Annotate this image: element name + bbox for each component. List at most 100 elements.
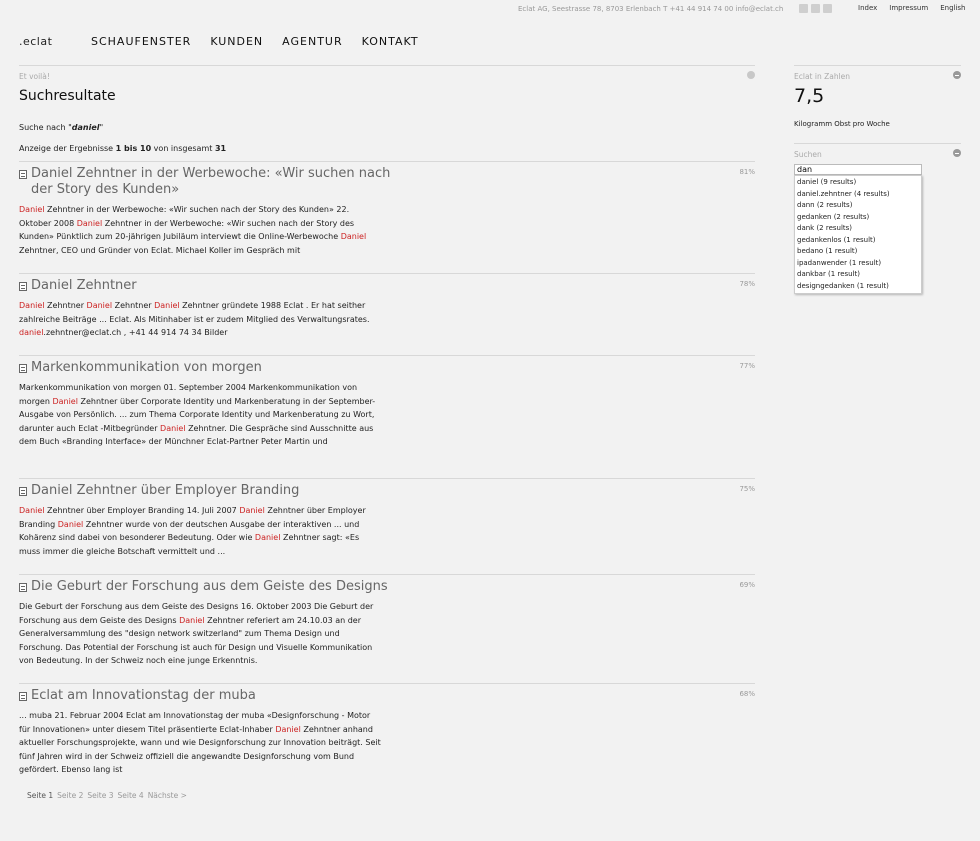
result-title-link[interactable]: Daniel Zehntner: [19, 278, 391, 294]
autocomplete-item[interactable]: gedanken (2 results): [795, 212, 921, 224]
highlight-term: Daniel: [52, 396, 78, 406]
highlight-term: Daniel: [154, 301, 180, 310]
main-nav: SCHAUFENSTER KUNDEN AGENTUR KONTAKT: [91, 35, 419, 48]
link-english[interactable]: English: [940, 4, 965, 12]
autocomplete-item[interactable]: dann (2 results): [795, 200, 921, 212]
document-icon: [19, 364, 27, 373]
top-links: Index Impressum English: [858, 4, 965, 12]
highlight-term: Daniel: [340, 232, 367, 242]
summary-total: 31: [214, 144, 227, 153]
link-impressum[interactable]: Impressum: [889, 4, 928, 12]
relevance-score: 68%: [739, 690, 755, 698]
result-title-link[interactable]: Die Geburt der Forschung aus dem Geiste …: [19, 579, 391, 595]
highlight-term: Daniel: [19, 506, 45, 515]
result-divider: [19, 355, 755, 356]
zahlen-caption: Kilogramm Obst pro Woche: [794, 120, 890, 128]
autocomplete-item[interactable]: dank (2 results): [795, 223, 921, 235]
result-title-link[interactable]: Daniel Zehntner über Employer Branding: [19, 483, 391, 499]
collapse-minus-icon[interactable]: [953, 149, 961, 157]
search-result: Daniel Zehntner über Employer Branding 75…: [19, 483, 755, 558]
snippet-text: Zehntner, CEO und Gründer von Eclat. Mic…: [19, 245, 301, 255]
search-query-line: Suche nach "daniel": [19, 123, 103, 132]
highlight-term: Daniel: [76, 218, 103, 228]
search-result: Eclat am Innovationstag der muba 68% ... m…: [19, 688, 755, 777]
result-title: Daniel Zehntner in der Werbewoche: «Wir …: [31, 166, 391, 197]
result-title: Eclat am Innovationstag der muba: [31, 688, 256, 703]
document-icon: [19, 487, 27, 496]
result-title-link[interactable]: Markenkommunikation von morgen: [19, 360, 391, 376]
highlight-term: Daniel: [275, 724, 301, 734]
autocomplete-item[interactable]: daniel (9 results): [795, 177, 921, 189]
summary-prefix: Anzeige der Ergebnisse: [19, 144, 116, 153]
snippet-text: Zehntner: [112, 301, 155, 310]
result-snippet: Die Geburt der Forschung aus dem Geiste …: [19, 600, 381, 668]
link-index[interactable]: Index: [858, 4, 877, 12]
result-snippet: Markenkommunikation von morgen 01. Septe…: [19, 381, 381, 449]
autocomplete-item[interactable]: daniel.zehntner (4 results): [795, 189, 921, 201]
sidebar-divider: [794, 65, 961, 66]
sidebar-divider: [794, 143, 961, 144]
summary-range: 1 bis 10: [115, 144, 152, 153]
highlight-term: Daniel: [19, 301, 45, 310]
relevance-score: 69%: [739, 581, 755, 589]
result-title-link[interactable]: Eclat am Innovationstag der muba: [19, 688, 391, 704]
search-prefix: Suche nach ": [19, 123, 72, 132]
document-icon: [19, 583, 27, 592]
divider: [19, 65, 755, 66]
autocomplete-item[interactable]: gedankenlos (1 result): [795, 235, 921, 247]
autocomplete-item[interactable]: dankbar (1 result): [795, 269, 921, 281]
search-result: Die Geburt der Forschung aus dem Geiste …: [19, 579, 755, 668]
result-title-link[interactable]: Daniel Zehntner in der Werbewoche: «Wir …: [19, 166, 391, 198]
result-snippet: Daniel Zehntner in der Werbewoche: «Wir …: [19, 203, 381, 257]
result-divider: [19, 574, 755, 575]
highlight-term: Daniel: [19, 205, 45, 214]
nav-schaufenster[interactable]: SCHAUFENSTER: [91, 35, 191, 48]
document-icon: [19, 170, 27, 179]
result-summary: Anzeige der Ergebnisse 1 bis 10 von insg…: [19, 144, 226, 153]
page-1: Seite 1: [27, 791, 54, 800]
zahlen-label: Eclat in Zahlen: [794, 72, 851, 81]
snippet-text: Zehntner: [44, 301, 87, 310]
summary-middle: von insgesamt: [151, 144, 215, 153]
relevance-score: 77%: [739, 362, 755, 370]
pagination: Seite 1 Seite 2 Seite 3 Seite 4 Nächste …: [27, 791, 187, 800]
nav-agentur[interactable]: AGENTUR: [282, 35, 342, 48]
collapse-minus-icon[interactable]: [953, 71, 961, 79]
circle-icon: [747, 71, 755, 79]
page-3[interactable]: Seite 3: [87, 791, 113, 800]
relevance-score: 81%: [739, 168, 755, 176]
nav-kunden[interactable]: KUNDEN: [210, 35, 263, 48]
facebook-icon[interactable]: [823, 4, 832, 13]
result-title: Die Geburt der Forschung aus dem Geiste …: [31, 579, 388, 594]
highlight-term: Daniel: [254, 533, 281, 543]
company-address: Eclat AG, Seestrasse 78, 8703 Erlenbach …: [518, 5, 784, 13]
result-snippet: Daniel Zehntner über Employer Branding 1…: [19, 504, 381, 558]
search-input[interactable]: [794, 164, 922, 175]
highlight-term: Daniel: [57, 519, 84, 529]
result-snippet: Daniel Zehntner Daniel Zehntner Daniel Z…: [19, 299, 381, 340]
search-result: Daniel Zehntner 78% Daniel Zehntner Daniel…: [19, 278, 755, 340]
autocomplete-list: daniel (9 results) daniel.zehntner (4 res…: [794, 175, 922, 294]
relevance-score: 75%: [739, 485, 755, 493]
page-2[interactable]: Seite 2: [57, 791, 83, 800]
next-page[interactable]: Nächste >: [148, 791, 187, 800]
result-divider: [19, 161, 755, 162]
page-title: Suchresultate: [19, 88, 116, 104]
linkedin-icon[interactable]: [811, 4, 820, 13]
twitter-icon[interactable]: [799, 4, 808, 13]
suchen-label: Suchen: [794, 150, 822, 159]
result-divider: [19, 273, 755, 274]
result-snippet: ... muba 21. Februar 2004 Eclat am Innov…: [19, 709, 381, 777]
snippet-text: .zehntner@eclat.ch , +41 44 914 74 34 Bi…: [43, 328, 228, 338]
nav-kontakt[interactable]: KONTAKT: [362, 35, 419, 48]
logo[interactable]: .eclat: [19, 35, 52, 48]
autocomplete-item[interactable]: bedano (1 result): [795, 246, 921, 258]
result-divider: [19, 683, 755, 684]
highlight-term: daniel: [19, 328, 44, 338]
page-4[interactable]: Seite 4: [118, 791, 144, 800]
highlight-term: Daniel: [86, 301, 113, 310]
snippet-text: Zehntner über Employer Branding 14. Juli…: [44, 506, 240, 515]
autocomplete-item[interactable]: ipadanwender (1 result): [795, 258, 921, 270]
highlight-term: Daniel: [179, 615, 205, 625]
autocomplete-item[interactable]: designgedanken (1 result): [795, 281, 921, 293]
